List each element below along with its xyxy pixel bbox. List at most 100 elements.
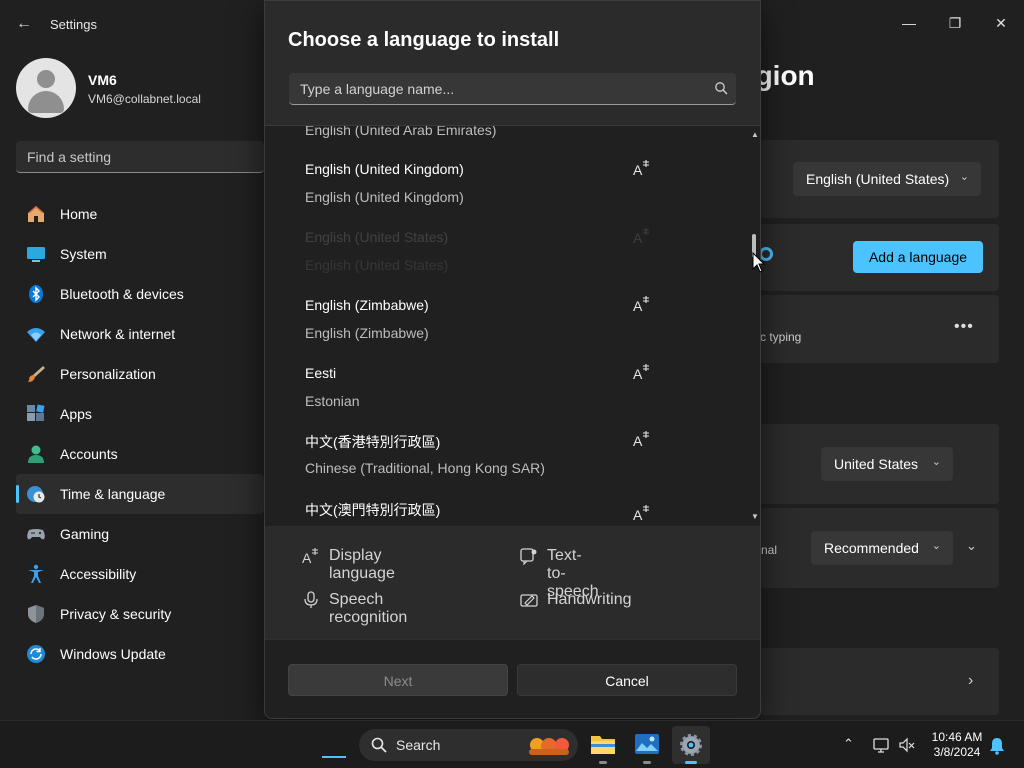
regional-format-dropdown[interactable]: Recommended ⌄ xyxy=(811,531,953,565)
language-entry-subtitle: c typing xyxy=(760,330,802,344)
sidebar-item-home[interactable]: Home xyxy=(16,194,264,234)
language-english-name: English (Zimbabwe) xyxy=(305,325,429,341)
sidebar-item-system[interactable]: System xyxy=(16,234,264,274)
network-icon[interactable] xyxy=(872,736,890,754)
country-region-card: United States ⌄ xyxy=(760,424,999,504)
add-language-button[interactable]: Add a language xyxy=(853,241,983,273)
taskbar-file-explorer[interactable] xyxy=(584,726,622,764)
taskbar-search-label: Search xyxy=(396,737,441,753)
taskbar-clock[interactable]: 10:46 AM 3/8/2024 xyxy=(922,730,992,760)
volume-muted-icon[interactable] xyxy=(898,736,916,754)
user-profile[interactable]: VM6 VM6@collabnet.local xyxy=(16,56,264,120)
windows-display-language-card: English (United States) ⌄ xyxy=(760,140,999,218)
country-dropdown[interactable]: United States ⌄ xyxy=(821,447,953,481)
minimize-button[interactable]: — xyxy=(894,8,924,38)
running-indicator xyxy=(599,761,607,764)
list-item[interactable]: 中文(香港特別行政區) Chinese (Traditional, Hong K… xyxy=(305,431,705,500)
svg-text:A: A xyxy=(633,366,643,381)
chevron-up-icon[interactable]: ⌃ xyxy=(843,736,861,754)
expand-chevron-icon[interactable]: ⌄ xyxy=(966,538,977,554)
sidebar-item-apps[interactable]: Apps xyxy=(16,394,264,434)
running-indicator xyxy=(643,761,651,764)
back-arrow-icon[interactable]: ← xyxy=(14,14,34,34)
regional-format-label: nal xyxy=(761,543,778,557)
taskbar-search[interactable]: Search xyxy=(359,729,578,761)
sidebar-item-bluetooth[interactable]: Bluetooth & devices xyxy=(16,274,264,314)
svg-text:A: A xyxy=(302,550,312,565)
display-language-icon: A xyxy=(633,160,649,177)
sidebar-nav: Home System Bluetooth & devices Network … xyxy=(16,194,264,674)
language-english-name: English (United States) xyxy=(305,257,449,273)
list-item[interactable]: 中文(澳門特別行政區) A xyxy=(305,500,705,526)
display-language-icon: A xyxy=(633,228,649,245)
sidebar-item-gaming[interactable]: Gaming xyxy=(16,514,264,554)
list-item[interactable]: English (United Arab Emirates) xyxy=(305,125,705,142)
widgets-indicator[interactable] xyxy=(322,756,346,758)
regional-format-card: Recommended ⌄ xyxy=(760,508,999,588)
scroll-down-arrow-icon[interactable]: ▼ xyxy=(751,512,759,521)
svg-text:A: A xyxy=(633,433,643,448)
microphone-icon xyxy=(304,591,318,608)
language-native-name: 中文(香港特別行政區) xyxy=(305,434,441,450)
sidebar-item-time-language[interactable]: Time & language xyxy=(16,474,264,514)
monitor-icon xyxy=(27,247,45,262)
notification-bell-icon[interactable] xyxy=(988,737,1006,755)
sidebar-item-accounts[interactable]: Accounts xyxy=(16,434,264,474)
svg-text:A: A xyxy=(633,162,643,177)
language-search-input[interactable] xyxy=(289,73,699,104)
search-icon xyxy=(715,82,728,95)
cancel-button[interactable]: Cancel xyxy=(517,664,737,696)
language-search-box xyxy=(289,73,736,105)
choose-language-dialog: Choose a language to install English (Un… xyxy=(264,0,761,719)
next-button[interactable]: Next xyxy=(288,664,508,696)
related-setting-card[interactable] xyxy=(760,648,999,715)
bluetooth-icon xyxy=(29,285,43,303)
user-name: VM6 xyxy=(88,72,117,88)
scroll-up-arrow-icon[interactable]: ▲ xyxy=(751,130,759,139)
taskbar-photos[interactable] xyxy=(628,726,666,764)
sidebar-item-label: Apps xyxy=(60,406,92,422)
handwriting-icon xyxy=(520,594,538,607)
taskbar-settings[interactable] xyxy=(672,726,710,764)
sidebar-item-label: Windows Update xyxy=(60,646,166,662)
sidebar-item-label: Network & internet xyxy=(60,326,176,342)
dialog-title: Choose a language to install xyxy=(288,29,560,51)
sidebar-item-label: Personalization xyxy=(60,366,156,382)
sidebar-item-privacy[interactable]: Privacy & security xyxy=(16,594,264,634)
search-icon xyxy=(371,737,387,753)
brush-icon xyxy=(28,366,45,382)
running-indicator xyxy=(685,761,697,764)
sidebar-item-personalization[interactable]: Personalization xyxy=(16,354,264,394)
text-to-speech-icon xyxy=(520,548,537,565)
home-icon xyxy=(28,206,44,222)
language-english-name: Estonian xyxy=(305,393,360,409)
display-language-value: English (United States) xyxy=(806,171,950,187)
find-setting-input[interactable]: Find a setting xyxy=(16,141,264,173)
language-list[interactable]: English (United Arab Emirates) English (… xyxy=(265,125,760,526)
list-item[interactable]: English (United Kingdom) English (United… xyxy=(305,160,705,229)
list-scrollbar[interactable]: ▲ ▼ xyxy=(749,126,760,526)
legend-label: Display language xyxy=(329,547,395,582)
close-button[interactable]: ✕ xyxy=(986,8,1016,38)
more-options-icon[interactable]: ••• xyxy=(954,318,974,336)
list-item[interactable]: English (Zimbabwe) English (Zimbabwe) A xyxy=(305,296,705,365)
apps-icon xyxy=(27,404,45,421)
display-language-dropdown[interactable]: English (United States) ⌄ xyxy=(793,162,981,196)
folder-icon xyxy=(591,736,615,754)
sidebar-item-label: Home xyxy=(60,206,98,222)
user-email: VM6@collabnet.local xyxy=(88,92,201,106)
search-highlight-icon xyxy=(529,738,569,755)
sidebar-item-network[interactable]: Network & internet xyxy=(16,314,264,354)
display-language-icon: A xyxy=(633,296,649,313)
sidebar-item-windows-update[interactable]: Windows Update xyxy=(16,634,264,674)
list-item[interactable]: Eesti Estonian A xyxy=(305,364,705,433)
wifi-icon xyxy=(27,328,45,342)
person-icon xyxy=(28,445,44,463)
legend-label: Handwriting xyxy=(547,591,632,608)
chevron-right-icon: › xyxy=(968,672,974,689)
maximize-button[interactable]: ❐ xyxy=(940,8,970,38)
language-native-name: English (United Arab Emirates) xyxy=(305,125,497,138)
app-title: Settings xyxy=(50,17,97,32)
clock-date: 3/8/2024 xyxy=(933,745,981,759)
sidebar-item-accessibility[interactable]: Accessibility xyxy=(16,554,264,594)
